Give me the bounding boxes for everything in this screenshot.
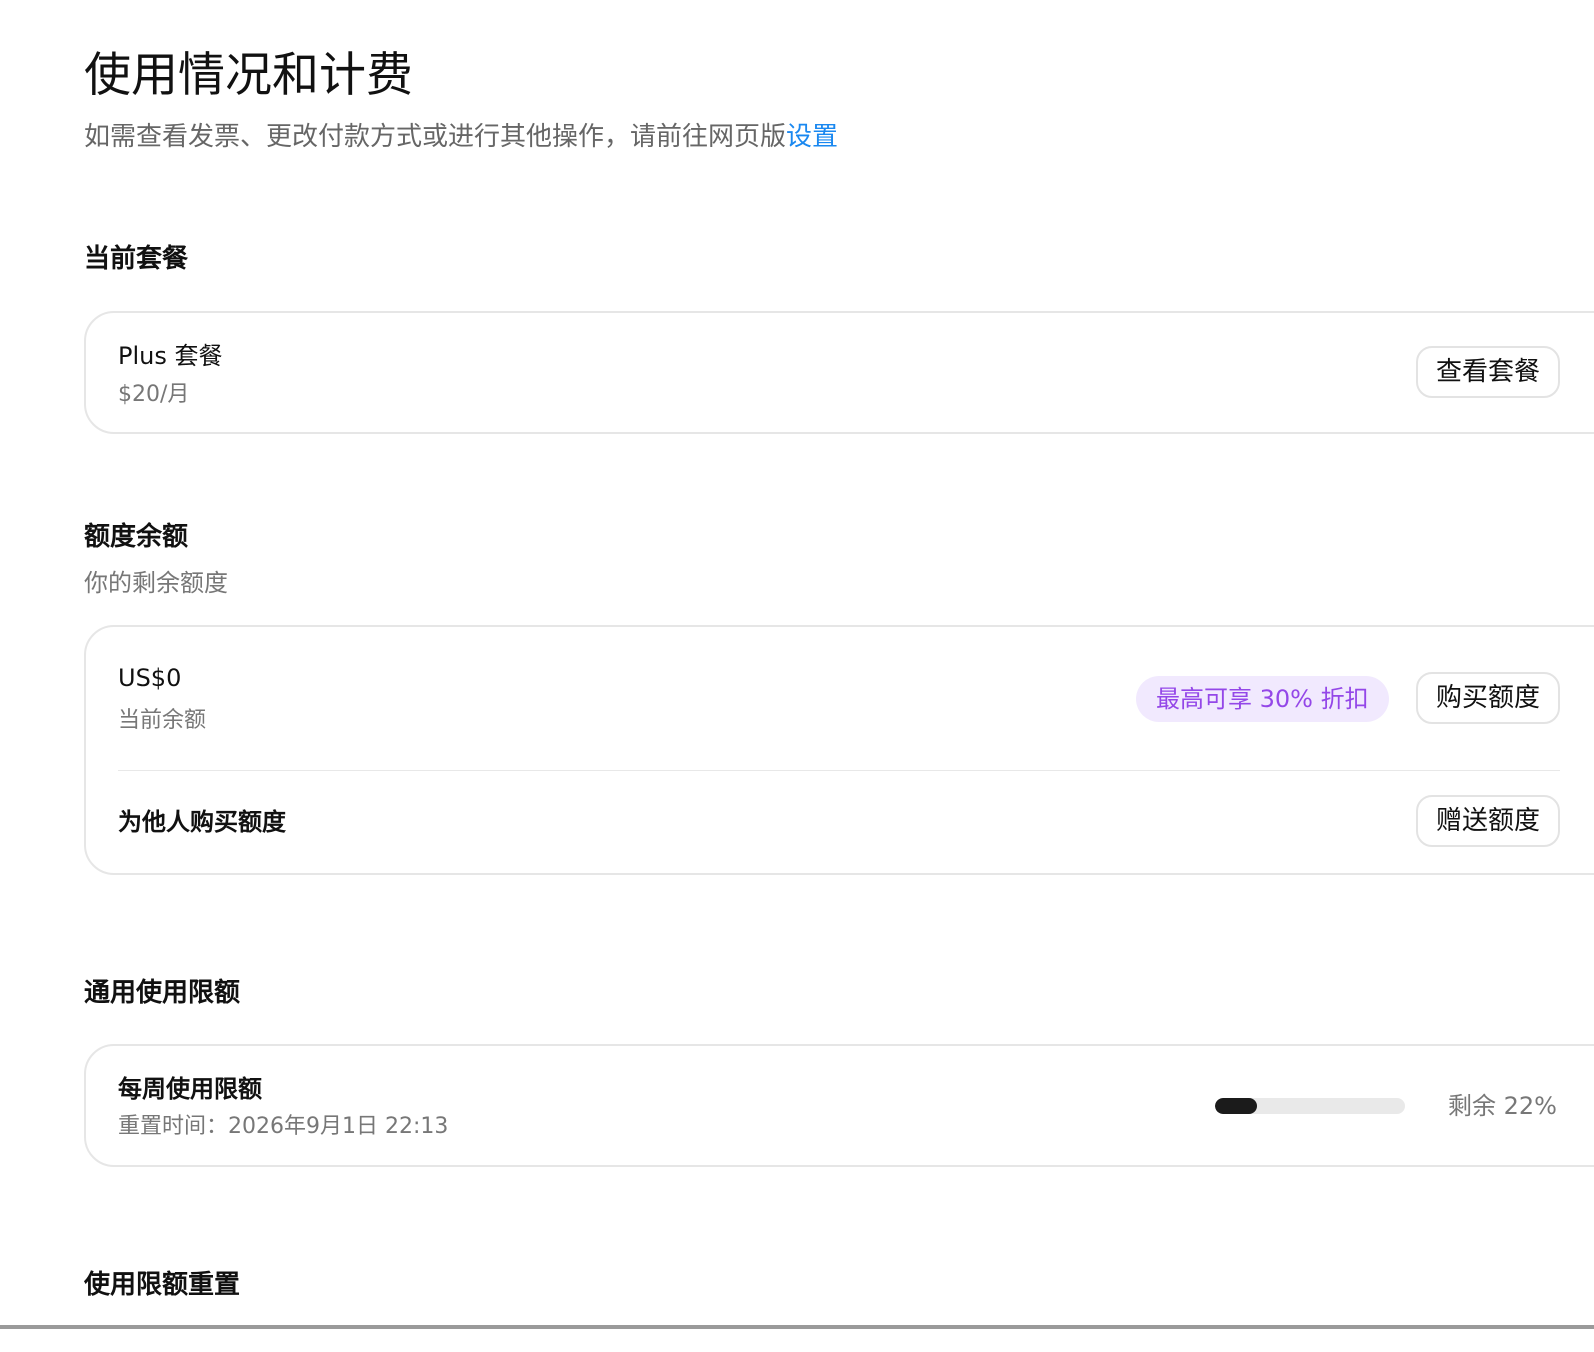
credit-balance-card: US$0 当前余额 最高可享 30% 折扣 购买额度 为他人购买额度 赠送额度	[84, 625, 1594, 875]
usage-billing-page: 使用情况和计费 如需查看发票、更改付款方式或进行其他操作，请前往网页版设置 当前…	[0, 0, 1594, 1352]
discount-badge: 最高可享 30% 折扣	[1136, 676, 1389, 722]
weekly-limit-title: 每周使用限额	[118, 1075, 262, 1103]
view-plans-button[interactable]: 查看套餐	[1416, 346, 1560, 398]
plan-price: $20/月	[118, 382, 190, 407]
limit-reset-heading: 使用限额重置	[84, 1270, 241, 1300]
settings-link[interactable]: 设置	[786, 122, 838, 152]
remaining-percent: 剩余 22%	[1448, 1092, 1557, 1120]
current-plan-card: Plus 套餐 $20/月 查看套餐	[84, 311, 1594, 434]
card-divider	[118, 770, 1560, 771]
weekly-limit-card: 每周使用限额 重置时间：2026年9月1日 22:13 剩余 22%	[84, 1044, 1594, 1167]
usage-progress-bar	[1215, 1098, 1405, 1114]
page-subtitle-text: 如需查看发票、更改付款方式或进行其他操作，请前往网页版	[84, 122, 787, 152]
usage-limits-heading: 通用使用限额	[84, 978, 241, 1008]
page-subtitle: 如需查看发票、更改付款方式或进行其他操作，请前往网页版设置	[84, 118, 838, 156]
credit-balance-heading: 额度余额	[84, 522, 189, 552]
credit-balance-subtitle: 你的剩余额度	[84, 569, 228, 597]
weekly-reset-time: 重置时间：2026年9月1日 22:13	[118, 1114, 449, 1139]
buy-credits-button[interactable]: 购买额度	[1416, 672, 1560, 724]
balance-amount: US$0	[118, 664, 182, 692]
gift-credits-label: 为他人购买额度	[118, 808, 286, 836]
page-title: 使用情况和计费	[84, 48, 413, 103]
window-bottom-edge	[0, 1325, 1594, 1329]
usage-progress-fill	[1215, 1098, 1257, 1114]
gift-credits-button[interactable]: 赠送额度	[1416, 795, 1560, 847]
balance-label: 当前余额	[118, 708, 207, 733]
current-plan-heading: 当前套餐	[84, 244, 189, 274]
plan-name: Plus 套餐	[118, 342, 223, 370]
